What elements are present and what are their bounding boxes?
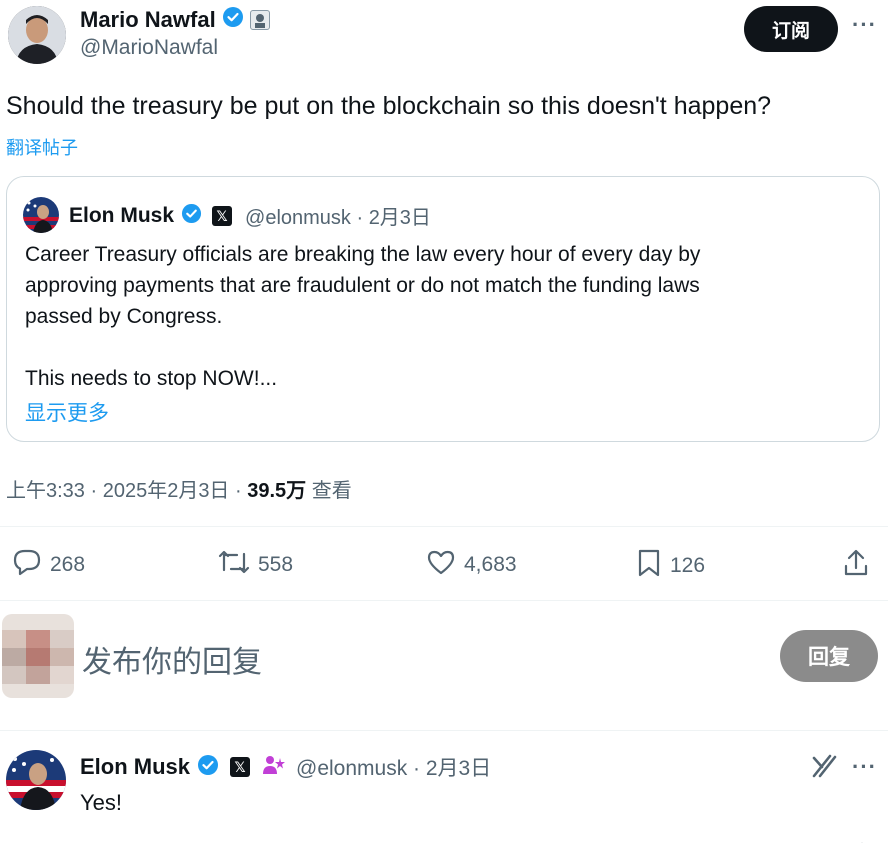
bookmark-icon (636, 548, 662, 584)
quoted-text-line-3: passed by Congress. (25, 305, 223, 328)
verified-badge-icon (197, 754, 219, 781)
bookmark-action[interactable]: 126 (636, 548, 705, 584)
reply-handle-date[interactable]: @elonmusk · 2月3日 (296, 752, 491, 782)
subscribe-button[interactable]: 订阅 (744, 6, 838, 52)
reply-action[interactable]: 268 (12, 548, 85, 582)
translate-post-link[interactable]: 翻译帖子 (6, 134, 78, 160)
grok-icon[interactable] (810, 752, 838, 785)
divider (0, 526, 888, 527)
quoted-author-name: Elon Musk (69, 203, 175, 227)
post-timestamp[interactable]: 上午3:33 · 2025年2月3日 · (6, 480, 247, 502)
x-affiliate-icon: 𝕏 (230, 757, 251, 777)
reply-actions-row-partial (0, 836, 888, 843)
reply-input[interactable]: 发布你的回复 (82, 637, 262, 681)
quoted-author-avatar (23, 197, 59, 233)
quoted-text-line-2: approving payments that are fraudulent o… (25, 274, 700, 297)
repost-count: 558 (258, 553, 294, 576)
reply-submit-button[interactable]: 回复 (780, 630, 878, 682)
like-action[interactable]: 4,683 (426, 548, 517, 582)
post-text: Should the treasury be put on the blockc… (6, 92, 772, 120)
author-avatar[interactable] (8, 6, 66, 64)
subscribe-label: 订阅 (771, 20, 810, 42)
repost-icon (218, 548, 250, 582)
verified-badge-icon (222, 6, 244, 33)
quoted-text-line-4: This needs to stop NOW!... (25, 367, 278, 390)
divider (0, 730, 888, 731)
reply-more-options-icon[interactable]: ··· (852, 754, 877, 780)
like-count: 4,683 (464, 553, 517, 576)
x-affiliate-icon: 𝕏 (212, 205, 233, 226)
people-icon (261, 754, 287, 781)
divider (0, 600, 888, 601)
author-name[interactable]: Mario Nawfal (80, 7, 216, 33)
current-user-avatar (2, 614, 74, 698)
views-count: 39.5万 (247, 480, 307, 502)
heart-icon (426, 548, 456, 582)
reply-count: 268 (50, 553, 86, 576)
show-more-link[interactable]: 显示更多 (25, 397, 109, 427)
more-options-icon[interactable]: ··· (852, 12, 877, 38)
reply-icon (12, 548, 42, 582)
author-handle[interactable]: @MarioNawfal (80, 36, 218, 60)
reply-text: Yes! (80, 790, 123, 815)
reply-submit-label: 回复 (808, 646, 850, 669)
views-label: 查看 (306, 480, 352, 502)
quoted-text-line-1: Career Treasury officials are breaking t… (25, 243, 701, 266)
quoted-handle-date: @elonmusk · 2月3日 (245, 207, 431, 229)
repost-action[interactable]: 558 (218, 548, 293, 582)
bookmark-count: 126 (670, 554, 706, 577)
affiliate-badge-icon (249, 9, 270, 30)
verified-badge-icon (181, 203, 202, 229)
reply-author-name[interactable]: Elon Musk (80, 754, 190, 780)
reply-author-avatar[interactable] (6, 750, 66, 810)
quoted-post-card[interactable]: Elon Musk 𝕏 @elonmusk · 2月3日 Career Trea… (6, 176, 880, 442)
share-icon[interactable] (842, 548, 870, 583)
